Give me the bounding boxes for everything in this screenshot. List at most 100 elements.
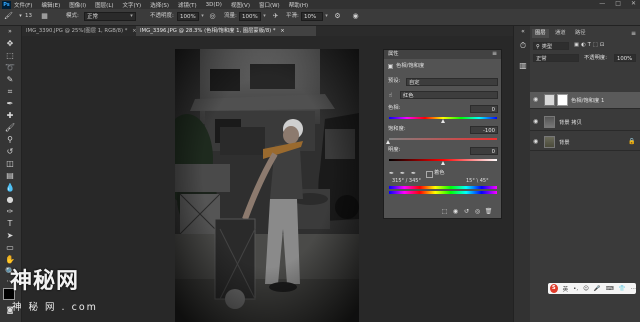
eyedropper-tool-icon[interactable]: ✒ xyxy=(2,98,18,109)
menu-help[interactable]: 帮助(H) xyxy=(289,1,308,9)
visibility-eye-icon[interactable]: ◎ xyxy=(473,207,482,216)
smoothing-input[interactable]: 10% xyxy=(301,12,323,21)
minimize-button[interactable]: — xyxy=(599,0,605,7)
close-icon[interactable]: × xyxy=(280,28,284,34)
emoji-icon[interactable]: ☺ xyxy=(583,286,589,292)
brush-tool-preset-icon[interactable]: 🖌 xyxy=(4,12,13,21)
sogou-logo-icon[interactable]: S xyxy=(550,284,558,293)
pen-tool-icon[interactable]: ✑ xyxy=(2,206,18,217)
quick-select-tool-icon[interactable]: ✎ xyxy=(2,74,18,85)
skin-icon[interactable]: 👕 xyxy=(619,286,626,292)
move-tool-icon[interactable]: ✥ xyxy=(2,38,18,49)
menu-3d[interactable]: 3D(D) xyxy=(206,2,222,8)
eyedropper-plus-icon[interactable]: ✒ xyxy=(398,169,407,178)
punctuation-icon[interactable]: •, xyxy=(573,286,578,292)
clone-stamp-tool-icon[interactable]: ⚲ xyxy=(2,134,18,145)
tab-img-3396[interactable]: IMG_3396.JPG @ 28.3% (色相/饱和度 1, 图层蒙版/8) … xyxy=(136,26,316,36)
panel-menu-icon[interactable]: ≡ xyxy=(631,30,636,37)
healing-brush-tool-icon[interactable]: ✚ xyxy=(2,110,18,121)
menu-type[interactable]: 文字(Y) xyxy=(123,1,142,9)
panel-menu-icon[interactable]: ≡ xyxy=(492,50,497,57)
eyedropper-minus-icon[interactable]: ✒ xyxy=(409,169,418,178)
pressure-size-icon[interactable]: ◉ xyxy=(351,12,360,21)
layer-opacity-input[interactable]: 100% xyxy=(614,54,636,62)
type-tool-icon[interactable]: T xyxy=(2,218,18,229)
opacity-input[interactable]: 100% xyxy=(177,12,199,21)
history-panel-icon[interactable]: ⏱ xyxy=(515,40,531,51)
menu-view[interactable]: 视图(V) xyxy=(231,1,250,9)
layer-mask-thumbnail[interactable] xyxy=(557,94,568,106)
flow-input[interactable]: 100% xyxy=(239,12,261,21)
brush-panel-icon[interactable]: ▦ xyxy=(40,12,49,21)
colorize-checkbox[interactable] xyxy=(426,171,433,178)
hue-slider-thumb[interactable] xyxy=(441,119,445,123)
keyboard-icon[interactable]: ⌨ xyxy=(606,286,614,292)
color-range-bar-bottom[interactable] xyxy=(389,191,497,194)
menu-filter[interactable]: 滤镜(T) xyxy=(178,1,197,9)
menu-layer[interactable]: 图层(L) xyxy=(95,1,113,9)
channel-select[interactable]: 红色 xyxy=(400,91,498,99)
tab-paths[interactable]: 路径 xyxy=(572,29,589,38)
tab-img-3390[interactable]: IMG_3390.JPG @ 25%(图层 1, RGB/8) * × xyxy=(22,26,137,36)
lightness-input[interactable]: 0 xyxy=(470,147,498,155)
trash-icon[interactable]: 🗑 xyxy=(484,207,493,216)
chevron-down-icon[interactable]: ▾ xyxy=(16,12,25,21)
pressure-opacity-icon[interactable]: ◎ xyxy=(208,12,217,21)
tab-channels[interactable]: 通道 xyxy=(552,29,569,38)
marquee-tool-icon[interactable]: ⬚ xyxy=(2,50,18,61)
layer-filter-icons[interactable]: ▣◐T⬚⊡ xyxy=(574,42,606,49)
gear-icon[interactable]: ⚙ xyxy=(333,12,342,21)
saturation-input[interactable]: -100 xyxy=(470,126,498,134)
preset-select[interactable]: 自定 xyxy=(406,78,498,86)
microphone-icon[interactable]: 🎤 xyxy=(594,286,601,292)
chevron-down-icon[interactable]: ▾ xyxy=(323,12,330,21)
history-brush-tool-icon[interactable]: ↺ xyxy=(2,146,18,157)
tab-label: IMG_3390.JPG @ 25%(图层 1, RGB/8) * xyxy=(26,28,128,34)
dodge-tool-icon[interactable]: ● xyxy=(2,194,18,205)
document-image[interactable] xyxy=(175,49,359,322)
eye-icon[interactable]: ◉ xyxy=(533,118,538,125)
lasso-tool-icon[interactable]: ➰ xyxy=(2,62,18,73)
path-select-tool-icon[interactable]: ➤ xyxy=(2,230,18,241)
clip-to-layer-icon[interactable]: ⬚ xyxy=(440,207,449,216)
layer-row-hue-saturation[interactable]: ◉ 色相/饱和度 1 xyxy=(530,92,640,109)
menu-image[interactable]: 图像(I) xyxy=(69,1,86,9)
eye-icon[interactable]: ◉ xyxy=(533,138,538,145)
shape-tool-icon[interactable]: ▭ xyxy=(2,242,18,253)
eyedropper-icon[interactable]: ✒ xyxy=(387,169,396,178)
airbrush-icon[interactable]: ✈ xyxy=(271,12,280,21)
ime-language-toggle[interactable]: 英 xyxy=(563,285,569,293)
blur-tool-icon[interactable]: 💧 xyxy=(2,182,18,193)
lightness-slider-thumb[interactable] xyxy=(441,161,445,165)
blend-mode-select[interactable]: 正常 xyxy=(533,54,579,62)
view-previous-state-icon[interactable]: ◉ xyxy=(451,207,460,216)
menu-select[interactable]: 选择(S) xyxy=(150,1,169,9)
more-icon[interactable]: ⋯ xyxy=(631,286,637,292)
eraser-tool-icon[interactable]: ◫ xyxy=(2,158,18,169)
lock-icon[interactable]: 🔒 xyxy=(628,138,635,145)
reset-icon[interactable]: ↺ xyxy=(462,207,471,216)
menu-window[interactable]: 窗口(W) xyxy=(259,1,280,9)
expand-toolbar-icon[interactable]: » xyxy=(2,26,18,37)
chevron-down-icon[interactable]: ▾ xyxy=(261,12,268,21)
tab-layers[interactable]: 图层 xyxy=(532,29,549,38)
saturation-slider-thumb[interactable] xyxy=(386,140,390,144)
maximize-button[interactable]: □ xyxy=(615,0,621,7)
hue-input[interactable]: 0 xyxy=(470,105,498,113)
layer-row-background[interactable]: ◉ 背景 🔒 xyxy=(530,134,640,151)
properties-panel-icon[interactable]: ▥ xyxy=(515,60,531,71)
brush-tool-icon[interactable]: 🖌 xyxy=(2,122,18,133)
collapse-panels-icon[interactable]: « xyxy=(515,26,531,37)
hand-target-icon[interactable]: ☝ xyxy=(386,91,395,100)
layer-filter-select[interactable]: ⚲ 类型 xyxy=(533,42,569,50)
layer-row-background-copy[interactable]: ◉ 背景 拷贝 xyxy=(530,114,640,131)
gradient-tool-icon[interactable]: ▤ xyxy=(2,170,18,181)
brush-size-label[interactable]: 13 xyxy=(25,12,32,21)
chevron-down-icon[interactable]: ▾ xyxy=(199,12,206,21)
close-window-button[interactable]: ✕ xyxy=(631,0,636,7)
eye-icon[interactable]: ◉ xyxy=(533,96,538,103)
saturation-slider-track[interactable] xyxy=(389,138,497,140)
menu-file[interactable]: 文件(F) xyxy=(14,1,32,9)
crop-tool-icon[interactable]: ⌗ xyxy=(2,86,18,97)
menu-edit[interactable]: 编辑(E) xyxy=(41,1,60,9)
